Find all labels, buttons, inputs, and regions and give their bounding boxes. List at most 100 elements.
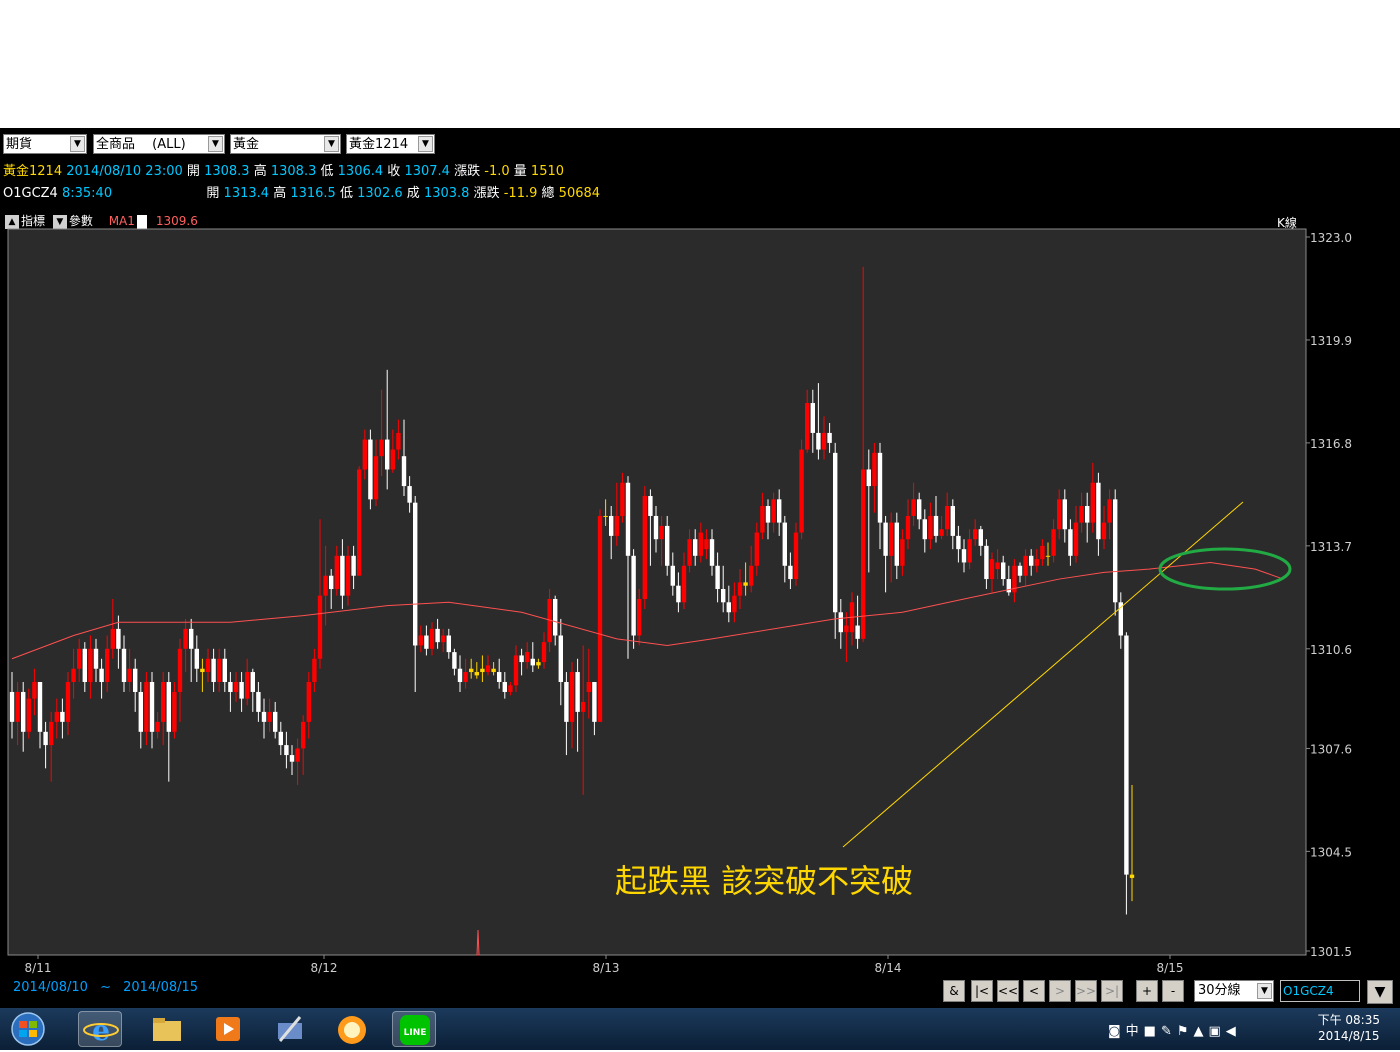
y-tick-label: 1307.6: [1310, 742, 1352, 756]
candle-body: [334, 555, 339, 590]
contract-value: 黃金1214: [349, 137, 409, 152]
dropdown-arrow-icon[interactable]: ▼: [208, 136, 223, 152]
quote-row-realtime: O1GCZ4 8:35:40 開 1313.4 高 1316.5 低 1302.…: [3, 186, 600, 202]
candle-body: [133, 668, 138, 692]
contract-select[interactable]: 黃金1214 ▼: [346, 134, 435, 154]
product-group-select[interactable]: 全商品 (ALL) ▼: [93, 134, 225, 154]
forward-button[interactable]: >: [1049, 980, 1071, 1002]
quote-time: 8:35:40: [61, 186, 113, 201]
candle-body: [709, 539, 715, 566]
candle-body: [648, 496, 653, 516]
candle-body: [922, 519, 927, 540]
candle-body: [222, 658, 227, 683]
candle-body: [653, 515, 659, 540]
x-tick-label: 8/13: [593, 961, 620, 975]
candle-body: [984, 545, 989, 580]
candle-body: [788, 565, 793, 580]
candle-body: [99, 668, 104, 683]
network-icon[interactable]: ▣: [1209, 1024, 1226, 1039]
candle-body: [385, 439, 390, 470]
candle-body: [681, 565, 687, 603]
candle-body: [362, 439, 367, 470]
candle-body: [200, 668, 205, 673]
candle-body: [228, 682, 233, 692]
candle-body: [569, 672, 575, 722]
dropdown-arrow-icon[interactable]: ▼: [1257, 983, 1272, 999]
dropdown-arrow-icon[interactable]: ▼: [418, 136, 433, 152]
taskbar-app-tool[interactable]: [268, 1011, 312, 1047]
candle-body: [155, 721, 160, 732]
zoom-in-button[interactable]: +: [1136, 980, 1158, 1002]
period-select[interactable]: 30分線 ▼: [1194, 980, 1274, 1002]
flag-icon[interactable]: ⚑: [1177, 1024, 1194, 1039]
zoom-out-button[interactable]: -: [1162, 980, 1184, 1002]
y-tick-label: 1304.5: [1310, 845, 1352, 859]
candle-body: [558, 635, 563, 683]
ime-icon[interactable]: ◙: [1108, 1024, 1126, 1039]
candle-body: [452, 652, 457, 669]
high-value: 1316.5: [290, 186, 336, 201]
dropdown-arrow-icon[interactable]: ▼: [70, 136, 85, 152]
clock-time: 下午 08:35: [1317, 1013, 1380, 1027]
candle-body: [239, 682, 244, 699]
commodity-select[interactable]: 黃金 ▼: [230, 134, 341, 154]
candle-body: [877, 452, 883, 523]
taskbar-app-line[interactable]: LINE: [392, 1011, 436, 1047]
candle-body: [317, 595, 323, 659]
candle-body: [49, 721, 54, 746]
windows-start-button[interactable]: [4, 1011, 52, 1047]
first-button[interactable]: |<: [971, 980, 993, 1002]
tray-up-icon[interactable]: ▲: [1194, 1024, 1209, 1039]
keyboard-icon[interactable]: ■: [1144, 1024, 1161, 1039]
candle-body: [754, 532, 759, 566]
taskbar-app-ie[interactable]: e: [78, 1011, 122, 1047]
open-label: 開: [206, 186, 220, 201]
candle-body: [637, 598, 642, 636]
expand-down-icon[interactable]: ▼: [1367, 980, 1393, 1004]
candle-body: [194, 648, 199, 669]
candle-body: [267, 711, 272, 722]
candle-body: [989, 559, 995, 580]
candle-body: [704, 539, 709, 550]
svg-text:LINE: LINE: [404, 1028, 427, 1038]
candle-body: [1045, 555, 1051, 557]
y-tick-label: 1319.9: [1310, 334, 1352, 348]
candle-body: [329, 575, 334, 590]
change-label: 漲跌: [473, 186, 500, 201]
ime-mode[interactable]: 中: [1126, 1024, 1144, 1039]
candle-body: [631, 555, 636, 636]
amp-button[interactable]: &: [943, 980, 965, 1002]
taskbar-app-explorer[interactable]: [145, 1011, 189, 1047]
fast-forward-button[interactable]: >>: [1075, 980, 1097, 1002]
chart-annotation: 起跌黑 該突破不突破: [615, 862, 914, 900]
taskbar-app-media[interactable]: [206, 1011, 250, 1047]
symbol-code-input[interactable]: O1GCZ4: [1280, 980, 1360, 1002]
dropdown-arrow-icon[interactable]: ▼: [324, 136, 339, 152]
candle-body: [177, 648, 183, 692]
taskbar-app-chat[interactable]: [330, 1011, 374, 1047]
range-start: 2014/08/10: [13, 980, 88, 995]
market-type-select[interactable]: 期貨 ▼: [3, 134, 87, 154]
internet-explorer-icon: e: [83, 1014, 119, 1047]
fast-back-button[interactable]: <<: [997, 980, 1019, 1002]
candle-body: [357, 469, 362, 576]
high-label: 高: [253, 164, 267, 179]
volume-icon[interactable]: ◀: [1226, 1024, 1241, 1039]
candle-body: [508, 685, 513, 692]
candle-body: [446, 635, 451, 653]
total-volume-label: 總: [541, 186, 555, 201]
last-button[interactable]: >|: [1101, 980, 1123, 1002]
candle-body: [777, 499, 782, 523]
clock[interactable]: 下午 08:35 2014/8/15: [1318, 1012, 1380, 1044]
back-button[interactable]: <: [1023, 980, 1045, 1002]
candle-body: [144, 682, 149, 732]
candle-body: [65, 682, 71, 722]
candle-body: [441, 635, 446, 643]
open-value: 1313.4: [223, 186, 270, 201]
candle-body: [396, 432, 401, 450]
close-value: 1307.4: [404, 164, 450, 179]
settings-icon[interactable]: ✎: [1161, 1024, 1177, 1039]
candle-body: [592, 682, 597, 722]
candle-body: [138, 691, 143, 732]
candle-body: [519, 655, 524, 663]
